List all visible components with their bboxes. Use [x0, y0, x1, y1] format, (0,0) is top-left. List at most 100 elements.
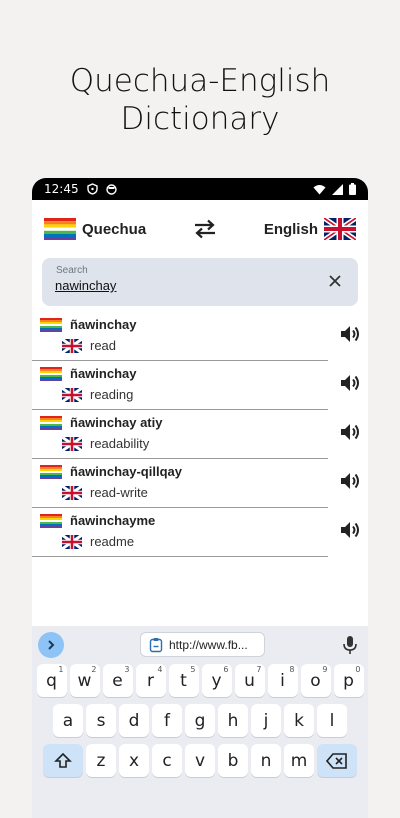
- key-u-label: u: [244, 670, 255, 691]
- result-row-1[interactable]: ñawinchay read: [32, 312, 359, 361]
- key-v[interactable]: v: [185, 744, 215, 777]
- key-n[interactable]: n: [251, 744, 281, 777]
- search-input[interactable]: [55, 278, 295, 293]
- key-i[interactable]: i8: [267, 664, 298, 697]
- wiphala-flag-icon: [40, 366, 62, 381]
- key-p-label: p: [343, 670, 354, 691]
- key-c[interactable]: c: [152, 744, 182, 777]
- swap-arrows-icon: [195, 219, 215, 239]
- key-q-label: q: [46, 670, 57, 691]
- uk-flag-icon: [62, 436, 82, 451]
- battery-icon: [349, 183, 356, 195]
- status-bar: 12:45: [32, 178, 368, 200]
- key-p[interactable]: p0: [333, 664, 364, 697]
- uk-flag-icon: [62, 338, 82, 353]
- microphone-icon[interactable]: [342, 635, 358, 655]
- key-z[interactable]: z: [86, 744, 116, 777]
- search-label: Search: [56, 265, 88, 276]
- result-quechua-term: ñawinchay: [70, 366, 137, 381]
- search-box: Search: [42, 258, 358, 306]
- key-m[interactable]: m: [284, 744, 314, 777]
- result-quechua-term: ñawinchay-qillqay: [70, 464, 182, 479]
- result-row-3[interactable]: ñawinchay atiy readability: [32, 410, 359, 459]
- expand-toolbar-button[interactable]: [38, 632, 64, 658]
- headline-line1: Quechua-English: [69, 63, 331, 99]
- uk-flag-icon: [62, 485, 82, 500]
- target-language-label: English: [263, 220, 318, 238]
- speaker-icon[interactable]: [338, 322, 362, 346]
- wiphala-flag-icon: [44, 218, 76, 240]
- result-quechua-term: ñawinchayme: [70, 513, 156, 528]
- key-u-sub: 7: [256, 665, 262, 674]
- keyboard-keys: q1 w2 e3 r4 t5 y6 u7 i8 o9 p0 a s d f g …: [32, 664, 368, 777]
- backspace-key[interactable]: [317, 744, 357, 777]
- shift-key[interactable]: [43, 744, 83, 777]
- key-b[interactable]: b: [218, 744, 248, 777]
- key-o[interactable]: o9: [300, 664, 331, 697]
- key-o-label: o: [310, 670, 321, 691]
- key-f[interactable]: f: [152, 704, 182, 737]
- result-english-term: read-write: [90, 485, 148, 500]
- chevron-right-icon: [48, 640, 55, 650]
- clipboard-suggestion-chip[interactable]: http://www.fb...: [140, 632, 265, 657]
- key-e[interactable]: e3: [102, 664, 133, 697]
- key-row-3: z x c v b n m: [35, 744, 365, 777]
- key-t[interactable]: t5: [168, 664, 199, 697]
- clipboard-icon: [149, 637, 163, 652]
- suggestion-bar: http://www.fb...: [32, 626, 368, 664]
- speaker-icon[interactable]: [338, 518, 362, 542]
- key-k[interactable]: k: [284, 704, 314, 737]
- speaker-icon[interactable]: [338, 469, 362, 493]
- clear-search-icon[interactable]: [326, 272, 344, 290]
- keyboard: http://www.fb... q1 w2 e3 r4 t5 y6 u7 i8…: [32, 626, 368, 818]
- speaker-icon[interactable]: [338, 371, 362, 395]
- key-w[interactable]: w2: [69, 664, 100, 697]
- result-row-4[interactable]: ñawinchay-qillqay read-write: [32, 459, 359, 508]
- wiphala-flag-icon: [40, 513, 62, 528]
- key-y[interactable]: y6: [201, 664, 232, 697]
- headline-line2: Dictionary: [120, 101, 280, 137]
- wiphala-flag-icon: [40, 415, 62, 430]
- key-u[interactable]: u7: [234, 664, 265, 697]
- key-p-sub: 0: [355, 665, 361, 674]
- key-row-1: q1 w2 e3 r4 t5 y6 u7 i8 o9 p0: [35, 664, 365, 697]
- wifi-icon: [313, 184, 326, 194]
- key-q[interactable]: q1: [36, 664, 67, 697]
- result-english-term: read: [90, 338, 117, 353]
- clipboard-suggestion-text: http://www.fb...: [169, 637, 248, 652]
- key-a[interactable]: a: [53, 704, 83, 737]
- swap-languages-button[interactable]: [185, 214, 225, 244]
- key-s[interactable]: s: [86, 704, 116, 737]
- key-y-sub: 6: [223, 665, 229, 674]
- key-r-label: r: [147, 670, 154, 691]
- phone-screen: 12:45 Quechua English Search nawinchay ñ…: [32, 178, 368, 818]
- result-row-5[interactable]: ñawinchayme readme: [32, 508, 359, 557]
- source-language[interactable]: Quechua: [44, 218, 146, 240]
- key-d[interactable]: d: [119, 704, 149, 737]
- key-r-sub: 4: [157, 665, 163, 674]
- key-w-label: w: [77, 670, 92, 691]
- wiphala-flag-icon: [40, 317, 62, 332]
- signal-icon: [332, 183, 343, 195]
- shield-icon: [86, 183, 98, 195]
- key-l[interactable]: l: [317, 704, 347, 737]
- key-x[interactable]: x: [119, 744, 149, 777]
- result-row-2[interactable]: ñawinchay reading: [32, 361, 359, 410]
- speaker-icon[interactable]: [338, 420, 362, 444]
- key-i-label: i: [280, 670, 285, 691]
- result-quechua-term: ñawinchay atiy: [70, 415, 163, 430]
- result-english-term: readability: [90, 436, 150, 451]
- key-o-sub: 9: [322, 665, 328, 674]
- key-g[interactable]: g: [185, 704, 215, 737]
- key-r[interactable]: r4: [135, 664, 166, 697]
- result-english-term: readme: [90, 534, 135, 549]
- target-language[interactable]: English: [264, 218, 356, 240]
- key-j[interactable]: j: [251, 704, 281, 737]
- wiphala-flag-icon: [40, 464, 62, 479]
- key-y-label: y: [211, 670, 222, 691]
- result-quechua-term: ñawinchay: [70, 317, 137, 332]
- face-icon: [105, 183, 117, 195]
- uk-flag-icon: [62, 534, 82, 549]
- key-h[interactable]: h: [218, 704, 248, 737]
- key-e-label: e: [112, 670, 123, 691]
